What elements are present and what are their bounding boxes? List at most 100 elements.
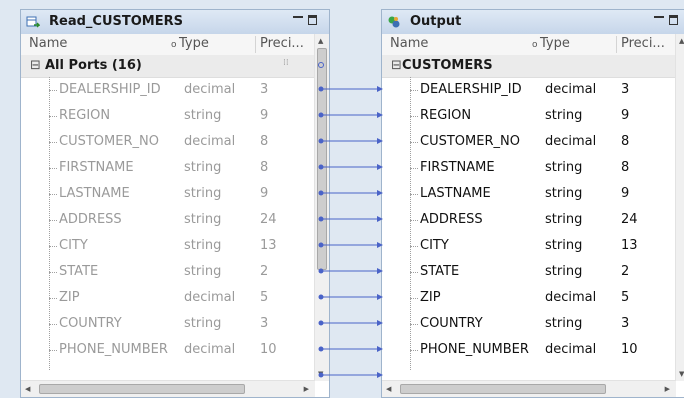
port-row[interactable]: CITY string 13 — [21, 233, 315, 259]
port-type: string — [545, 160, 583, 175]
port-row[interactable]: COUNTRY string 3 — [382, 311, 676, 337]
port-row[interactable]: REGION string 9 — [21, 103, 315, 129]
port-name: COUNTRY — [59, 316, 122, 331]
port-row[interactable]: ADDRESS string 24 — [21, 207, 315, 233]
port-precision: 10 — [260, 342, 277, 357]
port-name: REGION — [59, 108, 111, 123]
port-row[interactable]: DEALERSHIP_ID decimal 3 — [382, 77, 676, 103]
port-name: LASTNAME — [420, 186, 491, 201]
port-name: PHONE_NUMBER — [420, 342, 529, 357]
column-name-header[interactable]: Name — [29, 36, 67, 51]
horizontal-scrollbar[interactable]: ◀ ▶ — [21, 380, 315, 397]
scroll-right-icon[interactable]: ▶ — [304, 384, 309, 394]
port-name: COUNTRY — [420, 316, 483, 331]
port-type: decimal — [184, 134, 236, 149]
scroll-thumb[interactable] — [317, 48, 327, 270]
collapse-toggle-icon[interactable]: ⊟ — [391, 58, 402, 73]
vertical-scrollbar[interactable]: ▲ ▼ — [314, 34, 329, 381]
port-row[interactable]: FIRSTNAME string 8 — [382, 155, 676, 181]
scroll-down-icon[interactable]: ▼ — [679, 369, 684, 379]
hscroll-thumb[interactable] — [39, 384, 245, 394]
port-row[interactable]: COUNTRY string 3 — [21, 311, 315, 337]
scroll-down-icon[interactable]: ▼ — [318, 369, 323, 379]
port-precision: 3 — [621, 82, 630, 97]
port-name: DEALERSHIP_ID — [59, 82, 161, 97]
port-type: string — [184, 108, 222, 123]
group-row-customers[interactable]: ⊟ CUSTOMERS — [382, 55, 676, 78]
port-type: string — [184, 316, 222, 331]
port-type: decimal — [545, 342, 597, 357]
hscroll-thumb[interactable] — [400, 384, 606, 394]
port-row[interactable]: LASTNAME string 9 — [382, 181, 676, 207]
port-row[interactable]: ADDRESS string 24 — [382, 207, 676, 233]
minimize-button[interactable] — [654, 15, 664, 25]
port-name: ZIP — [59, 290, 80, 305]
port-type: string — [545, 212, 583, 227]
port-row[interactable]: PHONE_NUMBER decimal 10 — [382, 337, 676, 363]
column-precision-header[interactable]: Preci... — [260, 36, 304, 51]
port-name: ADDRESS — [59, 212, 122, 227]
port-name: CUSTOMER_NO — [59, 134, 159, 149]
minimize-button[interactable] — [293, 15, 303, 25]
port-name: LASTNAME — [59, 186, 130, 201]
port-row[interactable]: ZIP decimal 5 — [382, 285, 676, 311]
port-row[interactable]: ZIP decimal 5 — [21, 285, 315, 311]
scroll-up-icon[interactable]: ▲ — [679, 36, 684, 46]
scroll-left-icon[interactable]: ◀ — [25, 384, 30, 394]
port-precision: 8 — [260, 134, 269, 149]
scroll-up-icon[interactable]: ▲ — [318, 36, 323, 46]
port-type: string — [184, 186, 222, 201]
port-row[interactable]: CUSTOMER_NO decimal 8 — [382, 129, 676, 155]
port-precision: 24 — [260, 212, 277, 227]
panel-title: Read_CUSTOMERS — [49, 14, 183, 29]
port-row[interactable]: LASTNAME string 9 — [21, 181, 315, 207]
port-type: string — [545, 186, 583, 201]
port-precision: 2 — [621, 264, 630, 279]
maximize-button[interactable] — [308, 15, 317, 25]
port-name: CUSTOMER_NO — [420, 134, 520, 149]
port-type: string — [545, 264, 583, 279]
port-type: string — [184, 238, 222, 253]
column-type-header[interactable]: Type — [540, 36, 570, 51]
port-precision: 9 — [621, 186, 630, 201]
collapse-toggle-icon[interactable]: ⊟ — [30, 58, 41, 73]
vertical-scrollbar[interactable]: ▲ ▼ — [675, 34, 684, 381]
read-customers-panel[interactable]: Read_CUSTOMERS Name o Type Preci... ⊟ Al… — [20, 9, 330, 398]
read-customers-titlebar[interactable]: Read_CUSTOMERS — [21, 10, 329, 35]
port-precision: 3 — [260, 316, 269, 331]
port-precision: 9 — [260, 108, 269, 123]
port-row[interactable]: PHONE_NUMBER decimal 10 — [21, 337, 315, 363]
port-type: string — [545, 316, 583, 331]
column-precision-header[interactable]: Preci... — [621, 36, 665, 51]
port-row[interactable]: STATE string 2 — [382, 259, 676, 285]
port-type: decimal — [184, 82, 236, 97]
output-panel[interactable]: Output Name o Type Preci... ⊟ CUSTOMERS … — [381, 9, 684, 398]
port-row[interactable]: CITY string 13 — [382, 233, 676, 259]
port-name: CITY — [59, 238, 88, 253]
port-precision: 8 — [621, 160, 630, 175]
port-row[interactable]: REGION string 9 — [382, 103, 676, 129]
drag-handle-icon[interactable]: ⁞⁞ — [283, 58, 289, 68]
left-port-list: DEALERSHIP_ID decimal 3 REGION string 9 CUSTOM… — [21, 77, 315, 363]
group-label: All Ports (16) — [45, 58, 142, 73]
port-row[interactable]: FIRSTNAME string 8 — [21, 155, 315, 181]
port-type: string — [184, 212, 222, 227]
maximize-button[interactable] — [669, 15, 678, 25]
column-name-header[interactable]: Name — [390, 36, 428, 51]
port-row[interactable]: STATE string 2 — [21, 259, 315, 285]
panel-title: Output — [410, 14, 462, 29]
port-row[interactable]: CUSTOMER_NO decimal 8 — [21, 129, 315, 155]
group-row-all-ports[interactable]: ⊟ All Ports (16) ⁞⁞ — [21, 55, 315, 78]
port-type: string — [184, 160, 222, 175]
port-precision: 24 — [621, 212, 638, 227]
horizontal-scrollbar[interactable]: ◀ ▶ — [382, 380, 676, 397]
scroll-left-icon[interactable]: ◀ — [386, 384, 391, 394]
port-precision: 5 — [260, 290, 269, 305]
column-type-header[interactable]: Type — [179, 36, 209, 51]
output-titlebar[interactable]: Output — [382, 10, 684, 35]
scroll-right-icon[interactable]: ▶ — [665, 384, 670, 394]
port-type: decimal — [184, 342, 236, 357]
port-precision: 8 — [260, 160, 269, 175]
column-header: Name o Type Preci... — [21, 34, 315, 56]
port-row[interactable]: DEALERSHIP_ID decimal 3 — [21, 77, 315, 103]
